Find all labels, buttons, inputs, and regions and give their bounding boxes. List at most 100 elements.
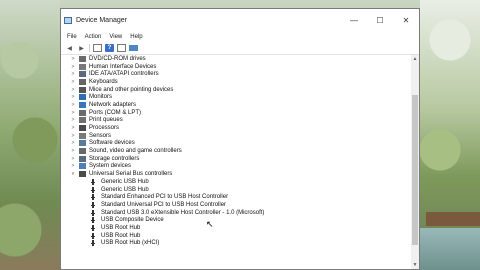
tree-category[interactable]: > Mice and other pointing devices: [61, 86, 411, 94]
tree-category[interactable]: > Network adapters: [61, 101, 411, 109]
maximize-button[interactable]: ☐: [367, 9, 393, 31]
tree-category[interactable]: > Monitors: [61, 93, 411, 101]
back-icon[interactable]: ◀: [65, 44, 74, 52]
tree-category-label: Ports (COM & LPT): [89, 109, 142, 116]
device-icon[interactable]: [117, 44, 126, 52]
mouse-cursor-icon: ↖: [206, 219, 214, 229]
menu-view[interactable]: View: [105, 34, 126, 40]
menu-bar: File Action View Help: [61, 31, 419, 42]
system-device-icon: [79, 163, 86, 170]
usb-device-item[interactable]: USB Root Hub (xHCI): [61, 240, 411, 248]
tree-category[interactable]: > Software devices: [61, 140, 411, 148]
tree-category[interactable]: > Keyboards: [61, 78, 411, 86]
tree-category-label: Software devices: [89, 140, 135, 147]
expand-arrow-icon[interactable]: >: [70, 94, 76, 100]
tree-category[interactable]: > Sound, video and game controllers: [61, 147, 411, 155]
usb-device-label: USB Composite Device: [101, 217, 164, 224]
usb-device-icon: [91, 194, 95, 201]
expand-arrow-icon[interactable]: >: [70, 125, 76, 131]
usb-device-item[interactable]: USB Composite Device: [61, 216, 411, 224]
wallpaper-water: [420, 228, 480, 270]
tree-category[interactable]: > Sensors: [61, 132, 411, 140]
tree-category-label: Print queues: [89, 117, 123, 124]
scrollbar-thumb[interactable]: [412, 95, 418, 245]
usb-device-item[interactable]: Standard USB 3.0 eXtensible Host Control…: [61, 209, 411, 217]
menu-file[interactable]: File: [63, 34, 81, 40]
monitor-icon[interactable]: [129, 45, 138, 51]
device-tree: > DVD/CD-ROM drives > Human Interface Devic…: [61, 55, 411, 269]
tree-category-label: Storage controllers: [89, 155, 140, 162]
expand-arrow-icon[interactable]: >: [70, 117, 76, 123]
monitor-icon: [79, 94, 86, 101]
expand-arrow-icon[interactable]: >: [70, 102, 76, 108]
usb-device-item[interactable]: Standard Universal PCI to USB Host Contr…: [61, 201, 411, 209]
usb-device-label: USB Root Hub: [101, 232, 141, 239]
usb-device-icon: [91, 240, 95, 247]
expand-arrow-icon[interactable]: >: [70, 64, 76, 70]
usb-device-label: Generic USB Hub: [101, 178, 149, 185]
usb-device-item[interactable]: Standard Enhanced PCI to USB Host Contro…: [61, 193, 411, 201]
tree-category-label: Monitors: [89, 94, 113, 101]
tree-category-label: Universal Serial Bus controllers: [89, 171, 173, 178]
tree-category[interactable]: > System devices: [61, 163, 411, 171]
tree-category[interactable]: > Storage controllers: [61, 155, 411, 163]
expand-arrow-expanded-icon[interactable]: v: [70, 171, 76, 177]
usb-device-label: USB Root Hub (xHCI): [101, 240, 160, 247]
storage-controller-icon: [79, 155, 86, 162]
usb-device-icon: [91, 232, 95, 239]
tree-category[interactable]: > Ports (COM & LPT): [61, 109, 411, 117]
vertical-scrollbar[interactable]: ▲ ▼: [411, 55, 419, 269]
expand-arrow-icon[interactable]: >: [70, 156, 76, 162]
tree-category-label: DVD/CD-ROM drives: [89, 55, 146, 62]
menu-help[interactable]: Help: [126, 34, 146, 40]
tree-category[interactable]: > Processors: [61, 124, 411, 132]
tree-category[interactable]: > IDE ATA/ATAPI controllers: [61, 70, 411, 78]
usb-device-item[interactable]: Generic USB Hub: [61, 186, 411, 194]
usb-device-item[interactable]: USB Root Hub: [61, 232, 411, 240]
tree-category[interactable]: > Print queues: [61, 117, 411, 125]
expand-arrow-icon[interactable]: >: [70, 87, 76, 93]
scroll-up-icon[interactable]: ▲: [411, 55, 419, 63]
wallpaper-bridge: [426, 212, 480, 226]
expand-arrow-icon[interactable]: >: [70, 79, 76, 85]
toolbar: ◀ ▶ ?: [61, 42, 419, 55]
expand-arrow-icon[interactable]: >: [70, 163, 76, 169]
expand-arrow-icon[interactable]: >: [70, 140, 76, 146]
usb-device-item[interactable]: Generic USB Hub: [61, 178, 411, 186]
menu-action[interactable]: Action: [81, 34, 106, 40]
mouse-icon: [79, 86, 86, 93]
scroll-down-icon[interactable]: ▼: [411, 261, 419, 269]
printer-icon: [79, 117, 86, 124]
expand-arrow-icon[interactable]: >: [70, 148, 76, 154]
tree-category[interactable]: > DVD/CD-ROM drives: [61, 55, 411, 63]
usb-device-label: USB Root Hub: [101, 224, 141, 231]
port-icon: [79, 109, 86, 116]
device-manager-window: Device Manager — ☐ ✕ File Action View He…: [60, 8, 420, 270]
dvd-drive-icon: [79, 55, 86, 62]
expand-arrow-icon[interactable]: >: [70, 56, 76, 62]
title-bar[interactable]: Device Manager — ☐ ✕: [61, 9, 419, 31]
tree-category-label: Mice and other pointing devices: [89, 86, 174, 93]
expand-arrow-icon[interactable]: >: [70, 110, 76, 116]
forward-icon[interactable]: ▶: [77, 44, 86, 52]
minimize-button[interactable]: —: [341, 9, 367, 31]
usb-device-label: Standard USB 3.0 eXtensible Host Control…: [101, 209, 265, 216]
tree-category[interactable]: > Human Interface Devices: [61, 63, 411, 71]
device-manager-app-icon: [64, 16, 72, 24]
help-icon[interactable]: ?: [105, 44, 114, 52]
expand-arrow-icon[interactable]: >: [70, 133, 76, 139]
tree-category-label: Processors: [89, 125, 120, 132]
usb-device-label: Standard Universal PCI to USB Host Contr…: [101, 201, 227, 208]
close-button[interactable]: ✕: [393, 9, 419, 31]
tree-category-label: Sensors: [89, 132, 112, 139]
processor-icon: [79, 125, 86, 132]
tree-category-label: Network adapters: [89, 101, 137, 108]
usb-device-item[interactable]: USB Root Hub: [61, 224, 411, 232]
properties-icon[interactable]: [93, 44, 102, 52]
expand-arrow-icon[interactable]: >: [70, 71, 76, 77]
usb-device-label: Generic USB Hub: [101, 186, 149, 193]
hid-icon: [79, 63, 86, 70]
usb-device-icon: [91, 224, 95, 231]
tree-category[interactable]: v Universal Serial Bus controllers: [61, 170, 411, 178]
usb-device-label: Standard Enhanced PCI to USB Host Contro…: [101, 194, 229, 201]
